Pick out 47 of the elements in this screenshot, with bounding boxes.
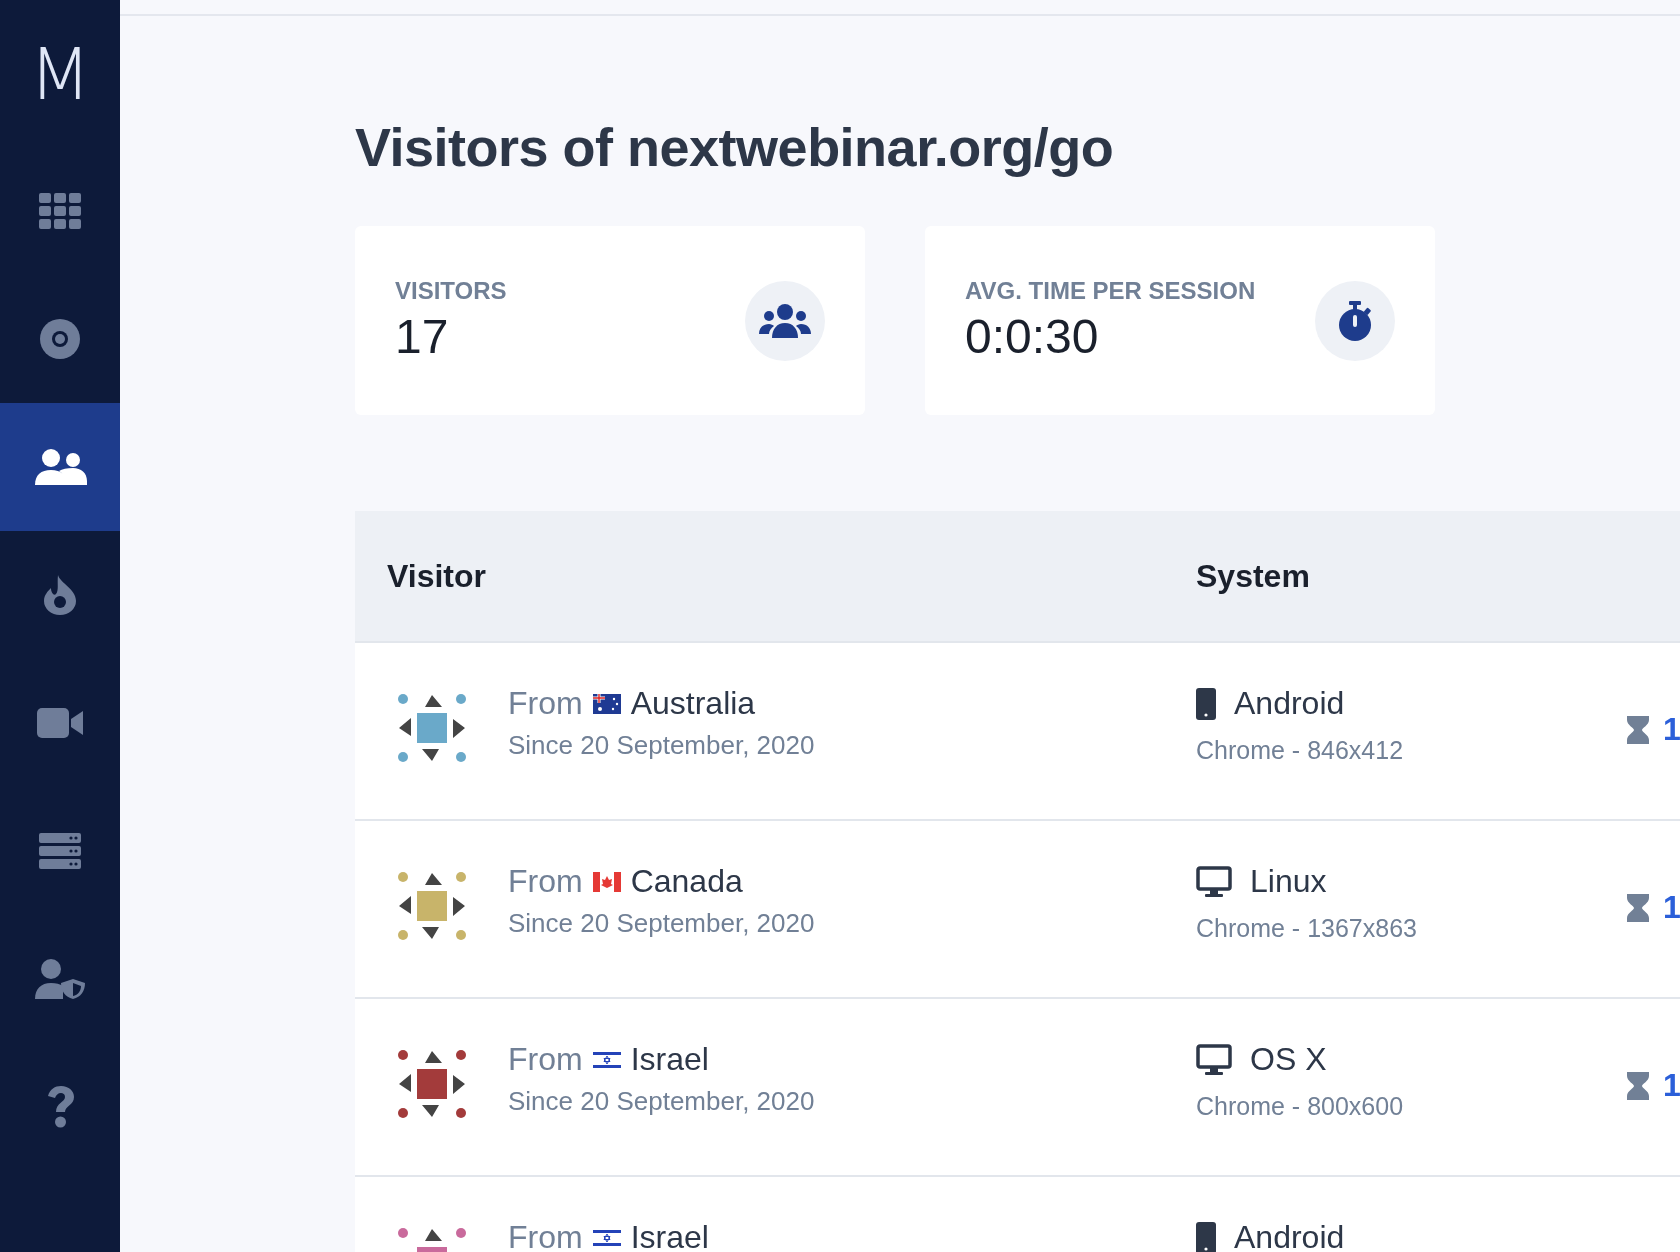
browser-resolution: Chrome - 1367x863 [1196, 914, 1418, 943]
stat-value: 17 [395, 309, 450, 364]
user-shield-icon [35, 959, 85, 999]
stat-label: VISITORS [395, 277, 507, 305]
operating-system: Android [1234, 685, 1345, 722]
stat-label: AVG. TIME PER SESSION [965, 277, 1256, 305]
session-count: 1 [1663, 711, 1680, 748]
visit-date: Since 20 September, 2020 [508, 1086, 815, 1117]
monitor-icon [1196, 865, 1232, 898]
help-icon [46, 1086, 74, 1128]
grid-icon [39, 193, 81, 229]
country-name: Canada [630, 863, 743, 900]
hourglass-icon [1627, 715, 1649, 744]
column-header: Visitor [386, 557, 487, 595]
country-name: Israel [630, 1041, 709, 1078]
visit-date: Since 20 September, 2020 [508, 730, 815, 761]
israel-flag-icon [592, 1049, 621, 1070]
server-icon [39, 833, 81, 869]
country-name: Australia [630, 685, 756, 722]
stat-value: 0:0:30 [965, 309, 1100, 364]
logo: M [27, 30, 93, 118]
session-count: 1 [1663, 1067, 1680, 1104]
operating-system: Linux [1250, 863, 1327, 900]
disc-icon [40, 319, 80, 359]
canada-flag-icon [592, 871, 621, 892]
from-label: From [508, 863, 583, 900]
from-label: From [508, 1219, 583, 1252]
smartphone-icon [1196, 687, 1216, 720]
australia-flag-icon [592, 693, 621, 714]
from-label: From [508, 1041, 583, 1078]
monitor-icon [1196, 1043, 1232, 1076]
israel-flag-icon [592, 1227, 621, 1248]
hourglass-icon [1627, 893, 1649, 922]
browser-resolution: Chrome - 800x600 [1196, 1092, 1405, 1121]
operating-system: OS X [1250, 1041, 1327, 1078]
users-icon [33, 449, 87, 485]
visit-date: Since 20 September, 2020 [508, 908, 815, 939]
hourglass-icon [1627, 1071, 1649, 1100]
country-name: Israel [630, 1219, 709, 1252]
browser-resolution: Chrome - 846x412 [1196, 736, 1405, 765]
from-label: From [508, 685, 583, 722]
column-header: System [1196, 557, 1311, 595]
nav-item[interactable] [0, 403, 120, 531]
flame-icon [44, 575, 76, 615]
operating-system: Android [1234, 1219, 1345, 1252]
video-camera-icon [37, 708, 83, 738]
session-count: 1 [1663, 889, 1680, 926]
